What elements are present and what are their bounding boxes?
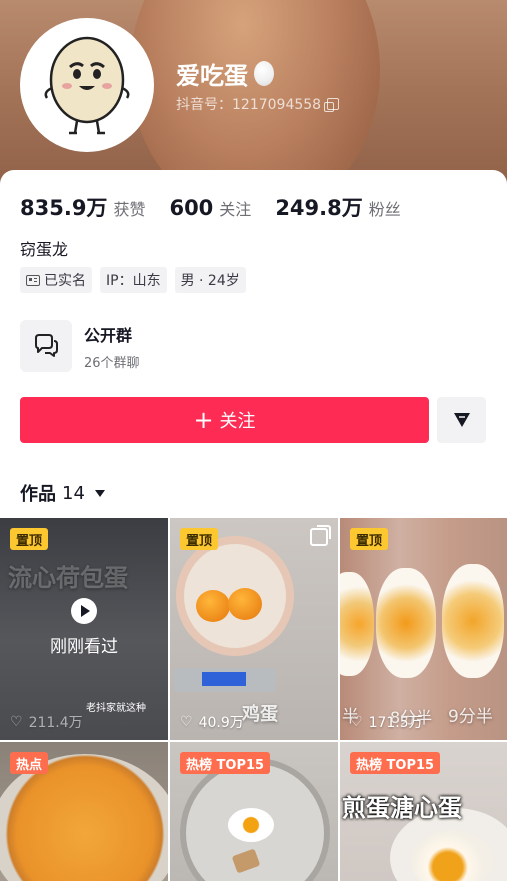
avatar[interactable]	[20, 18, 154, 152]
tag-ip-label: IP：山东	[106, 273, 161, 289]
video-caption: 老抖家就这种	[86, 703, 146, 714]
video-likes: ♡ 40.9万	[180, 712, 244, 732]
stat-followers-label: 粉丝	[368, 200, 401, 219]
pinned-badge: 置顶	[180, 528, 219, 550]
hot-badge: 热榜 TOP15	[180, 752, 271, 774]
profile-card: 835.9万 获赞 600 关注 249.8万 粉丝 窃蛋龙 已实名 IP：山东…	[0, 170, 507, 881]
pinned-badge: 置顶	[350, 528, 389, 550]
stat-following[interactable]: 600 关注	[169, 196, 251, 220]
video-tile[interactable]: 煎蛋溏心蛋 热榜 TOP15	[340, 742, 507, 881]
stat-likes-label: 获赞	[113, 200, 146, 219]
egg-half-2	[376, 568, 436, 678]
username: 爱吃蛋	[176, 56, 274, 91]
egg-character-icon	[44, 36, 130, 135]
group-chat-entry[interactable]: 公开群 26个群聊	[20, 320, 140, 372]
scale	[174, 668, 276, 692]
video-overlay-text: 9分半	[448, 707, 493, 727]
heart-icon: ♡	[180, 714, 193, 730]
video-likes: ♡ 171.5万	[350, 712, 423, 732]
hot-badge: 热榜 TOP15	[350, 752, 441, 774]
bio: 窃蛋龙	[20, 240, 69, 259]
heart-icon: ♡	[350, 714, 363, 730]
caret-down-icon	[94, 489, 105, 497]
tag-verified: 已实名	[20, 267, 92, 293]
egg-half-3	[442, 564, 504, 678]
group-chat-subtitle: 26个群聊	[84, 355, 140, 371]
stat-following-label: 关注	[219, 200, 252, 219]
group-chat-text: 公开群 26个群聊	[84, 322, 140, 371]
video-tile[interactable]: 热榜 TOP15	[170, 742, 338, 881]
tag-ip: IP：山东	[100, 267, 167, 293]
video-tile[interactable]: 热点	[0, 742, 168, 881]
stat-followers-value: 249.8万	[275, 196, 363, 220]
stat-following-value: 600	[169, 196, 214, 220]
video-tile[interactable]: 鸡蛋 置顶 ♡ 40.9万	[170, 518, 338, 740]
profile-tags: 已实名 IP：山东 男 · 24岁	[20, 267, 246, 293]
egg-half-1	[340, 572, 374, 676]
tag-gender-age: 男 · 24岁	[174, 267, 246, 293]
video-likes-count: 211.4万	[28, 715, 83, 731]
stats-row: 835.9万 获赞 600 关注 249.8万 粉丝	[20, 192, 425, 222]
username-text: 爱吃蛋	[176, 62, 248, 90]
recently-viewed: 刚刚看过	[0, 598, 168, 657]
triangle-down-icon	[453, 413, 470, 427]
tag-verified-label: 已实名	[44, 273, 86, 289]
more-options-button[interactable]	[437, 397, 486, 443]
heart-icon: ♡	[10, 714, 23, 730]
douyin-id[interactable]: 抖音号：1217094558	[176, 94, 340, 114]
follow-label: 关注	[219, 411, 256, 432]
id-card-icon	[26, 274, 40, 286]
video-tile[interactable]: 流心荷包蛋 刚刚看过 置顶 老抖家就这种 ♡ 211.4万	[0, 518, 168, 740]
group-chat-icon	[20, 320, 72, 372]
pinned-badge: 置顶	[10, 528, 49, 550]
scale-display	[202, 672, 246, 686]
egg-emoji-icon	[254, 61, 274, 86]
video-likes: ♡ 211.4万	[10, 712, 83, 732]
recently-viewed-label: 刚刚看过	[50, 637, 118, 657]
group-chat-title: 公开群	[84, 325, 133, 345]
video-tile[interactable]: 半 8分半 9分半 置顶 ♡ 171.5万	[340, 518, 507, 740]
hot-badge: 热点	[10, 752, 49, 774]
plus-icon: +	[193, 406, 214, 434]
video-likes-count: 40.9万	[198, 715, 244, 731]
multi-image-icon	[310, 525, 331, 546]
tag-gender-age-label: 男 · 24岁	[180, 273, 240, 289]
video-likes-count: 171.5万	[368, 715, 423, 731]
tab-works[interactable]: 作品 14	[20, 480, 105, 506]
video-overlay-text: 鸡蛋	[242, 704, 278, 725]
egg-yolk-2	[228, 588, 262, 620]
video-overlay-text: 煎蛋溏心蛋	[342, 794, 462, 822]
stat-likes-value: 835.9万	[20, 196, 108, 220]
stat-followers[interactable]: 249.8万 粉丝	[275, 192, 400, 222]
copy-icon[interactable]	[324, 98, 340, 112]
play-icon	[71, 598, 97, 624]
fried-egg	[228, 808, 274, 842]
douyin-id-text: 抖音号：1217094558	[176, 97, 322, 113]
tab-works-label: 作品	[20, 484, 56, 505]
follow-button[interactable]: + 关注	[20, 397, 429, 443]
tab-works-count: 14	[62, 482, 85, 504]
stat-likes[interactable]: 835.9万 获赞	[20, 192, 145, 222]
egg-yolk-1	[196, 590, 230, 622]
video-grid: 流心荷包蛋 刚刚看过 置顶 老抖家就这种 ♡ 211.4万 鸡蛋 置顶 ♡ 40…	[0, 518, 507, 881]
video-overlay-text: 流心荷包蛋	[8, 564, 128, 592]
